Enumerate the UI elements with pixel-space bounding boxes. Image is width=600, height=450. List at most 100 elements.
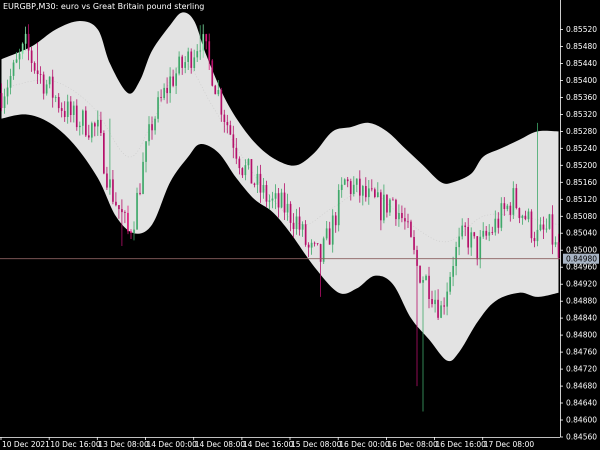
candle-body (449, 276, 451, 292)
candle-body (157, 97, 159, 119)
candle-body (54, 97, 57, 98)
candle-body (124, 212, 126, 213)
candle-body (286, 203, 289, 213)
price-chart[interactable]: 0.85520 0.85480 0.85440 0.85400 0.85360 0.853… (0, 0, 600, 450)
price-tick-label: 0.85080 (566, 212, 597, 221)
candle-body (280, 192, 283, 208)
candle-body (18, 53, 21, 60)
price-tick-label: 0.85200 (566, 161, 597, 170)
candle-body (217, 90, 220, 95)
candle-body (325, 228, 328, 239)
candle-body (349, 181, 352, 194)
candle-body (362, 186, 364, 196)
candle-body (139, 192, 141, 194)
candle-body (12, 62, 15, 76)
price-tick-label: 0.84720 (566, 365, 597, 374)
price-tick-label: 0.85320 (566, 110, 597, 119)
time-tick-label: 16 Dec 16:00 (436, 440, 487, 449)
candle-body (368, 188, 370, 198)
candle-body (413, 237, 415, 250)
candle-body (256, 173, 259, 185)
candle-body (229, 125, 232, 135)
candle-body (57, 97, 60, 109)
candle-body (262, 185, 265, 193)
candle (85, 106, 87, 137)
candle (103, 130, 105, 175)
candle (205, 33, 208, 50)
candle-body (190, 51, 193, 68)
candle-body (271, 198, 274, 201)
candle-body (187, 51, 189, 62)
candle-body (310, 242, 313, 248)
candle-body (539, 224, 542, 230)
candle-body (208, 41, 211, 61)
candle-body (536, 229, 539, 242)
price-tick-label: 0.84880 (566, 297, 597, 306)
candle-body (250, 159, 253, 184)
candle-body (392, 199, 394, 201)
candle-body (343, 179, 346, 185)
candle-body (527, 211, 530, 220)
candle-body (136, 192, 138, 230)
candle-body (422, 280, 424, 283)
candle-body (151, 124, 153, 131)
time-tick-label: 16 Dec 08:00 (387, 440, 438, 449)
candle-body (470, 232, 473, 248)
candle-body (69, 101, 72, 115)
candle-body (322, 238, 325, 262)
candle-body (395, 199, 397, 220)
candle-body (419, 265, 421, 283)
candle-body (434, 299, 436, 305)
candle-body (554, 242, 557, 245)
candle-body (545, 228, 548, 230)
candle-body (97, 119, 99, 127)
candle (322, 236, 325, 264)
chart-canvas[interactable]: 0.85520 0.85480 0.85440 0.85400 0.85360 0.853… (0, 0, 600, 450)
candle-body (328, 228, 331, 245)
price-tick-label: 0.85440 (566, 59, 597, 68)
candle-body (175, 73, 177, 86)
candle-body (425, 275, 427, 280)
candle-body (274, 193, 277, 199)
candle-body (542, 224, 545, 230)
candle-body (518, 208, 521, 219)
candle-body (410, 221, 412, 237)
candle-body (109, 179, 111, 188)
time-axis[interactable]: 10 Dec 2021 10 Dec 16:0013 Dec 08:0014 De… (0, 437, 560, 449)
candle-body (476, 236, 479, 260)
candle-body (33, 63, 36, 71)
candle-body (479, 236, 482, 260)
chart-title: EURGBP,M30: euro vs Great Britain pound … (3, 2, 204, 11)
candle-body (389, 199, 391, 213)
candle-body (316, 243, 319, 244)
candle-body (202, 34, 205, 51)
candle-body (193, 57, 196, 68)
candle-body (106, 173, 108, 188)
candle-body (371, 188, 373, 190)
candle-body (85, 110, 87, 136)
candle-body (515, 188, 518, 208)
candle-body (142, 161, 144, 194)
price-axis[interactable]: 0.85520 0.85480 0.85440 0.85400 0.85360 0.853… (560, 0, 599, 442)
svg-text:EURGBP,M30: euro vs Great Bri: EURGBP,M30: euro vs Great Britain pound … (3, 2, 204, 11)
price-tick-label: 0.84760 (566, 348, 597, 357)
candle-body (277, 193, 280, 208)
bollinger-band-fill (1, 12, 559, 362)
candle-body (521, 215, 524, 218)
candle-body (548, 214, 551, 229)
price-tick-label: 0.85360 (566, 93, 597, 102)
candle-body (268, 200, 271, 202)
candle-body (3, 96, 6, 108)
candle-body (133, 229, 135, 233)
candle-body (530, 211, 533, 239)
candle-body (24, 33, 27, 44)
candle-body (154, 118, 156, 131)
bid-price-tag-label: 0.84980 (566, 255, 597, 264)
candle-body (485, 230, 488, 236)
candle-body (365, 186, 367, 198)
candle-body (331, 215, 334, 245)
candle-body (112, 179, 114, 202)
price-tick-label: 0.84680 (566, 382, 597, 391)
candle-body (337, 190, 340, 226)
candle (548, 213, 551, 230)
